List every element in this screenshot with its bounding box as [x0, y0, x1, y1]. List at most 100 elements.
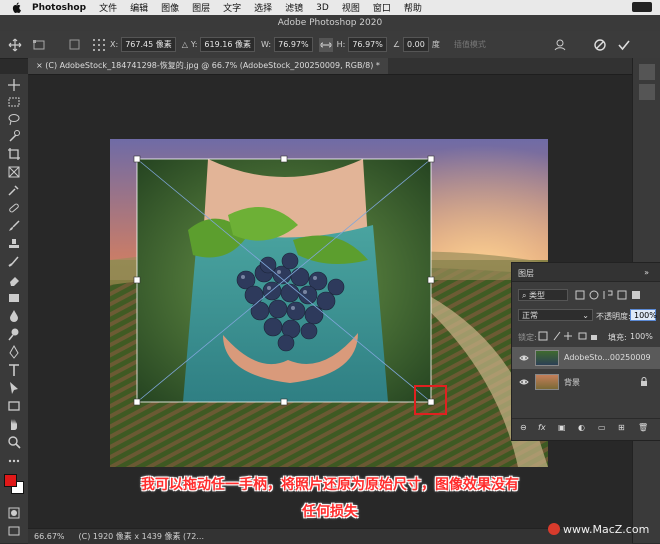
fill-value[interactable]: 100% — [630, 332, 653, 341]
layers-panel-title[interactable]: 图层 — [518, 268, 534, 279]
transform-handle[interactable] — [280, 398, 288, 406]
pen-tool-icon[interactable] — [7, 345, 21, 359]
eyedropper-tool-icon[interactable] — [7, 183, 21, 197]
status-bar: 66.67% (C) 1920 像素 x 1439 像素 (72... — [28, 528, 632, 544]
x-label: X: — [110, 40, 119, 49]
trash-icon[interactable]: 🗑 — [638, 423, 648, 432]
layers-footer: ⊖ fx ▣ ◐ ▭ ⊞ 🗑 — [512, 418, 660, 439]
commit-transform-icon[interactable] — [617, 38, 631, 52]
collapsed-panel-icon[interactable] — [639, 84, 655, 100]
crop-tool-icon[interactable] — [7, 147, 21, 161]
marquee-tool-icon[interactable] — [7, 95, 21, 109]
gradient-tool-icon[interactable] — [7, 291, 21, 305]
y-label: Y: — [190, 40, 198, 49]
screen-mode-icon[interactable] — [7, 524, 21, 538]
document-info[interactable]: (C) 1920 像素 x 1439 像素 (72... — [79, 531, 204, 542]
layer-row[interactable]: AdobeSto...00250009 — [512, 347, 660, 369]
menu-edit[interactable]: 编辑 — [130, 1, 148, 14]
dodge-tool-icon[interactable] — [7, 327, 21, 341]
lock-icons[interactable] — [538, 331, 598, 341]
height-field[interactable]: 76.97% — [348, 37, 387, 52]
menu-type[interactable]: 文字 — [223, 1, 241, 14]
clone-stamp-tool-icon[interactable] — [7, 237, 21, 251]
frame-tool-icon[interactable] — [7, 165, 21, 179]
blur-tool-icon[interactable] — [7, 309, 21, 323]
menu-help[interactable]: 帮助 — [404, 1, 422, 14]
collapse-icon[interactable]: » — [644, 268, 649, 277]
filter-kind-label: 类型 — [529, 291, 546, 300]
layer-name: AdobeSto...00250009 — [564, 353, 651, 362]
quick-mask-icon[interactable] — [7, 506, 21, 520]
filter-kind-select[interactable]: ⌕ 类型 — [518, 289, 568, 301]
link-layers-icon[interactable]: ⊖ — [520, 423, 527, 432]
link-icon[interactable] — [318, 37, 333, 52]
menu-3d[interactable]: 3D — [316, 3, 329, 13]
subtitle-line-2: 任何损失 — [302, 504, 358, 520]
transform-handle[interactable] — [427, 155, 435, 163]
quick-select-tool-icon[interactable] — [7, 129, 21, 143]
document-tab[interactable]: × (C) AdobeStock_184741298-恢复的.jpg @ 66.… — [28, 58, 388, 74]
h-label: H: — [336, 40, 346, 49]
move-tool-icon[interactable] — [7, 78, 21, 92]
blend-mode-select[interactable]: 正常 ⌄ — [518, 309, 593, 321]
menu-select[interactable]: 选择 — [254, 1, 272, 14]
path-selection-tool-icon[interactable] — [7, 381, 21, 395]
lasso-tool-icon[interactable] — [7, 112, 21, 126]
apple-icon[interactable] — [12, 2, 22, 13]
brush-tool-icon[interactable] — [7, 219, 21, 233]
transform-handle[interactable] — [133, 155, 141, 163]
layer-filter-icons[interactable] — [574, 290, 654, 300]
transform-handle[interactable] — [133, 398, 141, 406]
fx-icon[interactable]: fx — [538, 423, 546, 432]
visibility-eye-icon[interactable] — [519, 377, 529, 387]
interpolation-label[interactable]: 插值模式 — [454, 39, 486, 50]
chevron-down-icon: ⌄ — [582, 311, 589, 320]
group-folder-icon[interactable]: ▭ — [598, 423, 606, 432]
cancel-transform-icon[interactable] — [593, 38, 607, 52]
lock-icon — [641, 377, 647, 386]
menu-app[interactable]: Photoshop — [32, 3, 86, 13]
more-tools-icon[interactable] — [7, 454, 21, 468]
transform-handle[interactable] — [280, 155, 288, 163]
new-layer-icon[interactable]: ⊞ — [618, 423, 625, 432]
x-position-field[interactable]: 767.45 像素 — [121, 37, 176, 52]
eraser-tool-icon[interactable] — [7, 273, 21, 287]
reference-point-icon[interactable] — [32, 38, 46, 52]
hand-tool-icon[interactable] — [7, 417, 21, 431]
layers-panel: 图层 » ⌕ 类型 正常 ⌄ 不透明度: 100% 锁定: 填充: 100% Ad… — [511, 262, 660, 441]
warp-icon[interactable] — [553, 38, 567, 52]
watermark: www.MacZ.com — [548, 523, 649, 536]
menu-window[interactable]: 窗口 — [373, 1, 391, 14]
reference-grid-icon[interactable] — [92, 38, 106, 52]
history-brush-tool-icon[interactable] — [7, 255, 21, 269]
move-tool-icon[interactable] — [8, 38, 22, 52]
rectangle-tool-icon[interactable] — [7, 399, 21, 413]
transform-handle[interactable] — [133, 276, 141, 284]
transform-handle[interactable] — [427, 276, 435, 284]
type-tool-icon[interactable] — [7, 363, 21, 377]
lock-label: 锁定: — [518, 333, 537, 342]
menu-file[interactable]: 文件 — [99, 1, 117, 14]
angle-field[interactable]: 0.00 — [403, 37, 429, 52]
healing-brush-tool-icon[interactable] — [7, 201, 21, 215]
collapsed-panel-icon[interactable] — [639, 64, 655, 80]
width-field[interactable]: 76.97% — [274, 37, 313, 52]
menu-image[interactable]: 图像 — [161, 1, 179, 14]
opacity-field[interactable]: 100% — [630, 309, 657, 321]
adjustment-layer-icon[interactable]: ◐ — [578, 423, 585, 432]
menu-layer[interactable]: 图层 — [192, 1, 210, 14]
transform-handle[interactable] — [427, 398, 435, 406]
zoom-tool-icon[interactable] — [7, 435, 21, 449]
add-mask-icon[interactable]: ▣ — [558, 423, 566, 432]
zoom-level[interactable]: 66.67% — [34, 532, 65, 541]
menu-view[interactable]: 视图 — [342, 1, 360, 14]
close-tab-icon[interactable]: × — [36, 61, 45, 70]
menu-filter[interactable]: 滤镜 — [285, 1, 303, 14]
y-position-field[interactable]: 619.16 像素 — [200, 37, 255, 52]
menubar-status-icon[interactable] — [632, 2, 652, 12]
visibility-eye-icon[interactable] — [519, 353, 529, 363]
layer-row[interactable]: 背景 — [512, 371, 660, 393]
layer-thumbnail — [535, 350, 559, 366]
reference-checkbox[interactable] — [68, 38, 82, 52]
tools-panel — [0, 74, 29, 543]
